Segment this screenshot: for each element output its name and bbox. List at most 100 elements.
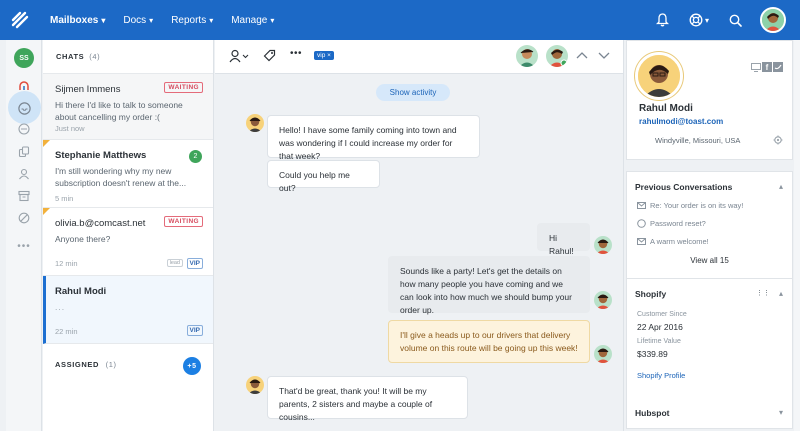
drag-handle-icon[interactable]: ⋮⋮: [756, 289, 770, 297]
customer-since-label: Customer Since: [637, 311, 687, 318]
conversation-name: Stephanie Matthews: [55, 150, 147, 161]
conversation-name: Rahul Modi: [55, 286, 107, 297]
customer-avatar: [246, 114, 264, 132]
customer-message: That'd be great, thank you! It will be m…: [267, 376, 468, 422]
lead-tag[interactable]: lead: [166, 259, 183, 267]
facebook-icon[interactable]: f: [762, 62, 772, 72]
inbox-icon[interactable]: [16, 100, 32, 116]
hubspot-card[interactable]: Hubspot ▾: [626, 399, 793, 429]
tag-icon[interactable]: [263, 49, 276, 62]
vip-tag[interactable]: VIP: [186, 325, 203, 336]
previous-conversation-item[interactable]: Re: Your order is on its way!: [637, 201, 743, 210]
drafts-icon[interactable]: [16, 121, 32, 137]
assigned-section[interactable]: ASSIGNED (1) +5: [43, 344, 213, 384]
customer-since-value: 22 Apr 2016: [637, 322, 683, 332]
previous-conversation-subject: Password reset?: [650, 219, 706, 228]
conversation-item-selected[interactable]: Rahul Modi ... 22 min VIP: [43, 276, 213, 344]
nav-manage[interactable]: Manage ▾: [231, 15, 274, 26]
unread-corner-marker: [43, 208, 50, 215]
window-scrollbar[interactable]: [794, 40, 800, 431]
conversation-item[interactable]: olivia.b@comcast.net Anyone there? 12 mi…: [43, 208, 213, 276]
customer-card: f Rahul Modi rahulmodi@toast.com Windyvi…: [626, 40, 793, 160]
conversation-toolbar: ••• vip ×: [215, 40, 623, 74]
chevron-down-icon: ▾: [270, 15, 275, 25]
customer-message: Hello! I have some family coming into to…: [267, 115, 480, 161]
show-activity-button[interactable]: Show activity: [376, 84, 450, 101]
copy-icon[interactable]: [16, 144, 32, 160]
chevron-down-icon: ▾: [704, 15, 709, 25]
nav-label: Docs: [123, 14, 147, 26]
shopify-title: Shopify: [635, 289, 667, 299]
chevron-up-icon[interactable]: [576, 51, 588, 59]
person-icon[interactable]: [16, 166, 32, 182]
previous-conversations-title: Previous Conversations: [635, 182, 733, 192]
spam-icon[interactable]: [16, 210, 32, 226]
mentions-icon[interactable]: [16, 78, 32, 94]
typing-indicator: ...: [55, 302, 66, 312]
chat-list-title: CHATS: [56, 52, 85, 61]
search-icon[interactable]: [729, 14, 742, 27]
user-initials-avatar[interactable]: SS: [14, 48, 34, 68]
agent-avatar: [594, 345, 612, 363]
monitor-icon[interactable]: [751, 63, 761, 72]
assign-user-icon[interactable]: [229, 49, 249, 63]
participant-avatar[interactable]: [546, 45, 568, 67]
lifetime-value: $339.89: [637, 349, 668, 359]
chevron-down-icon: ▾: [101, 15, 106, 25]
unread-corner-marker: [43, 140, 50, 147]
top-navigation-bar: Mailboxes ▾ Docs ▾ Reports ▾ Manage ▾ ▾: [0, 0, 800, 40]
previous-conversation-item[interactable]: A warm welcome!: [637, 237, 709, 246]
internal-note-message: I'll give a heads up to our drivers that…: [388, 320, 590, 363]
chat-list-header: CHATS (4): [43, 40, 213, 74]
chevron-down-icon: ▾: [149, 15, 154, 25]
chevron-down-icon[interactable]: [598, 52, 610, 60]
nav-reports[interactable]: Reports ▾: [171, 15, 213, 26]
nav-docs[interactable]: Docs ▾: [123, 15, 153, 26]
chevron-up-icon[interactable]: ▴: [779, 289, 783, 298]
agent-message: Sounds like a party! Let's get the detai…: [388, 256, 590, 315]
chevron-up-icon[interactable]: ▴: [779, 182, 783, 191]
conversation-item[interactable]: Sijmen Immens Hi there I'd like to talk …: [43, 74, 213, 140]
shopify-profile-link[interactable]: Shopify Profile: [637, 371, 685, 380]
previous-conversation-subject: Re: Your order is on its way!: [650, 201, 744, 210]
chat-count: (4): [89, 52, 101, 61]
customer-email[interactable]: rahulmodi@toast.com: [639, 117, 723, 126]
bell-icon[interactable]: [655, 13, 669, 27]
participant-avatar[interactable]: [516, 45, 538, 67]
waiting-badge: WAITING: [164, 82, 203, 93]
help-buoy-icon[interactable]: ▾: [689, 13, 709, 27]
conversation-time: 12 min: [55, 259, 78, 268]
settings-gear-icon[interactable]: [773, 135, 783, 145]
hubspot-title: Hubspot: [635, 408, 670, 418]
archive-icon[interactable]: [16, 188, 32, 204]
vip-tag[interactable]: vip ×: [314, 51, 334, 60]
agent-message: Hi Rahul!: [537, 223, 590, 256]
customer-message: Could you help me out?: [267, 160, 380, 193]
user-avatar[interactable]: [760, 7, 786, 33]
twitter-icon[interactable]: [773, 62, 783, 72]
more-actions-icon[interactable]: •••: [290, 48, 302, 59]
view-all-link[interactable]: View all 15: [627, 256, 792, 265]
vip-tag-label: vip: [317, 52, 326, 59]
vip-tag[interactable]: VIP: [186, 258, 203, 269]
customer-profile-sidebar: f Rahul Modi rahulmodi@toast.com Windyvi…: [623, 40, 794, 431]
assigned-title: ASSIGNED: [55, 360, 99, 369]
conversation-item[interactable]: Stephanie Matthews I'm still wondering w…: [43, 140, 213, 208]
remove-tag-icon[interactable]: ×: [327, 52, 331, 59]
conversation-time: 22 min: [55, 327, 78, 336]
nav-mailboxes[interactable]: Mailboxes ▾: [50, 15, 105, 26]
chat-list-panel: CHATS (4) Sijmen Immens Hi there I'd lik…: [43, 40, 214, 431]
more-agents-badge[interactable]: +5: [183, 357, 201, 375]
conversation-preview: I'm still wondering why my new subscript…: [55, 166, 187, 188]
customer-avatar: [635, 52, 683, 100]
nav-label: Mailboxes: [50, 14, 99, 26]
chat-icon: [637, 219, 646, 228]
conversation-preview: Hi there I'd like to talk to someone abo…: [55, 100, 183, 122]
previous-conversation-item[interactable]: Password reset?: [637, 219, 706, 228]
helpscout-logo[interactable]: [0, 0, 40, 40]
conversation-preview: Anyone there?: [55, 234, 111, 244]
more-dots-icon[interactable]: •••: [16, 238, 32, 254]
conversation-time: 5 min: [55, 194, 74, 203]
chevron-down-icon[interactable]: ▾: [779, 408, 783, 417]
waiting-badge: WAITING: [164, 216, 203, 227]
